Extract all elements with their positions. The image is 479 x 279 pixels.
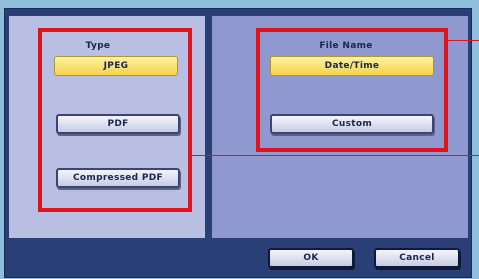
file-name-highlight-box (256, 28, 448, 152)
file-name-callout-line (448, 40, 479, 41)
screen: { "type_section": { "label": "Type", "op… (0, 0, 479, 279)
cancel-button[interactable]: Cancel (374, 248, 460, 268)
type-callout-line (192, 155, 479, 156)
ok-button[interactable]: OK (268, 248, 354, 268)
type-highlight-box (38, 28, 192, 212)
